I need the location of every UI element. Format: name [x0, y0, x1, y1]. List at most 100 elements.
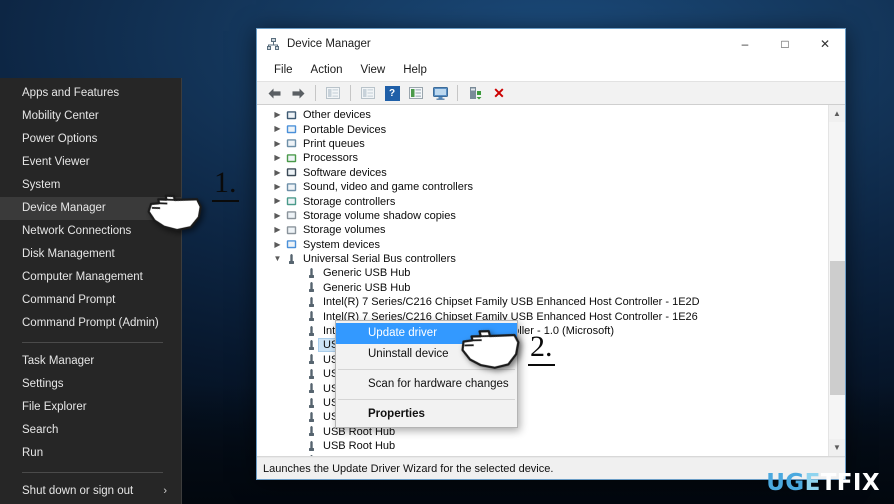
help-button[interactable]: ? [381, 83, 403, 103]
menu-separator [22, 342, 163, 343]
window-title: Device Manager [287, 38, 371, 50]
winx-item-label: Command Prompt [22, 294, 116, 306]
winx-item-apps-and-features[interactable]: Apps and Features [0, 82, 181, 105]
scrollbar-track[interactable] [829, 122, 846, 439]
tree-item-usb-root-hub-usb-3-0[interactable]: USB Root Hub (USB 3.0) [257, 453, 828, 456]
winx-item-power-options[interactable]: Power Options [0, 128, 181, 151]
tree-node-system-devices[interactable]: ▶ System devices [257, 238, 828, 252]
tree-item-usb-root-hub[interactable]: USB Root Hub [257, 439, 828, 453]
window-controls[interactable]: – □ ✕ [725, 29, 845, 59]
chevron-right-icon[interactable]: ▶ [271, 151, 284, 165]
winx-item-label: Command Prompt (Admin) [22, 317, 159, 329]
win-x-quick-link-menu[interactable]: Apps and Features Mobility Center Power Op… [0, 78, 182, 504]
toolbar-separator [315, 85, 316, 101]
winx-item-file-explorer[interactable]: File Explorer [0, 396, 181, 419]
vertical-scrollbar[interactable]: ▲ ▼ [828, 105, 845, 456]
chevron-right-icon[interactable]: ▶ [271, 122, 284, 136]
tree-node-print-queues[interactable]: ▶ Print queues [257, 137, 828, 151]
winx-item-command-prompt[interactable]: Command Prompt [0, 289, 181, 312]
tree-item-generic-usb-hub[interactable]: Generic USB Hub [257, 281, 828, 295]
winx-item-command-prompt-admin[interactable]: Command Prompt (Admin) [0, 312, 181, 335]
chevron-right-icon[interactable]: ▶ [271, 108, 284, 122]
tree-item-generic-usb-hub[interactable]: Generic USB Hub [257, 266, 828, 280]
context-menu-properties[interactable]: Properties [336, 404, 517, 425]
usb-device-icon [304, 368, 319, 380]
device-category-icon [284, 167, 299, 178]
tree-node-other-devices[interactable]: ▶ Other devices [257, 108, 828, 122]
forward-button[interactable] [287, 83, 309, 103]
winx-item-computer-management[interactable]: Computer Management [0, 266, 181, 289]
winx-item-settings[interactable]: Settings [0, 373, 181, 396]
winx-item-label: Mobility Center [22, 110, 99, 122]
chevron-right-icon[interactable]: ▶ [271, 209, 284, 223]
usb-device-icon [304, 455, 319, 456]
winx-item-search[interactable]: Search [0, 419, 181, 442]
chevron-right-icon[interactable]: ▶ [271, 180, 284, 194]
menu-file[interactable]: File [265, 62, 302, 78]
usb-device-icon [304, 339, 319, 351]
device-category-icon [284, 124, 299, 135]
chevron-down-icon[interactable]: ▼ [271, 252, 284, 266]
tree-node-sound-video-and-game-controllers[interactable]: ▶ Sound, video and game controllers [257, 180, 828, 194]
device-category-icon [284, 196, 299, 207]
device-category-icon [284, 210, 299, 221]
properties-button[interactable] [357, 83, 379, 103]
chevron-right-icon[interactable]: ▶ [271, 137, 284, 151]
menu-help[interactable]: Help [394, 62, 436, 78]
scan-for-hardware-changes-button[interactable] [429, 83, 451, 103]
winx-item-label: Search [22, 424, 59, 436]
minimize-button[interactable]: – [725, 29, 765, 59]
tree-node-portable-devices[interactable]: ▶ Portable Devices [257, 122, 828, 136]
tree-node-processors[interactable]: ▶ Processors [257, 151, 828, 165]
winx-item-task-manager[interactable]: Task Manager [0, 350, 181, 373]
chevron-right-icon[interactable]: ▶ [271, 238, 284, 252]
winx-item-label: Computer Management [22, 271, 143, 283]
tree-item-label: USB Root Hub (USB 3.0) [319, 455, 447, 456]
winx-item-label: Device Manager [22, 202, 106, 214]
maximize-button[interactable]: □ [765, 29, 805, 59]
close-button[interactable]: ✕ [805, 29, 845, 59]
menu-bar[interactable]: File Action View Help [257, 59, 845, 81]
uninstall-device-button[interactable]: ✕ [488, 83, 510, 103]
chevron-right-icon[interactable]: ▶ [271, 166, 284, 180]
tree-node-universal-serial-bus-controllers[interactable]: ▼ Universal Serial Bus controllers [257, 252, 828, 266]
winx-item-label: Run [22, 447, 44, 459]
tree-node-storage-volume-shadow-copies[interactable]: ▶ Storage volume shadow copies [257, 209, 828, 223]
context-menu-separator [338, 399, 515, 400]
device-category-icon [284, 182, 299, 193]
winx-item-label: Shut down or sign out [22, 485, 134, 497]
show-hide-console-tree-button[interactable] [322, 83, 344, 103]
device-category-icon [284, 225, 299, 236]
chevron-right-icon[interactable]: ▶ [271, 194, 284, 208]
annotation-step-1-label: 1. [212, 168, 239, 202]
tree-node-software-devices[interactable]: ▶ Software devices [257, 166, 828, 180]
device-category-icon [284, 110, 299, 121]
menu-action[interactable]: Action [302, 62, 352, 78]
winx-item-shut-down-or-sign-out[interactable]: Shut down or sign out › [0, 480, 181, 503]
winx-item-disk-management[interactable]: Disk Management [0, 243, 181, 266]
scroll-down-arrow-icon[interactable]: ▼ [828, 439, 845, 456]
scrollbar-thumb[interactable] [829, 261, 845, 395]
chevron-right-icon[interactable]: ▶ [271, 223, 284, 237]
update-driver-button[interactable] [464, 83, 486, 103]
winx-item-run[interactable]: Run [0, 442, 181, 465]
winx-item-label: Disk Management [22, 248, 115, 260]
tree-item-intel-r-7-series-c216-chipset-family-usb-enhance[interactable]: Intel(R) 7 Series/C216 Chipset Family US… [257, 295, 828, 309]
back-button[interactable] [263, 83, 285, 103]
tree-node-storage-volumes[interactable]: ▶ Storage volumes [257, 223, 828, 237]
toolbar[interactable]: ? ✕ [257, 81, 845, 105]
tree-node-label: Software devices [303, 166, 387, 179]
watermark-part-3: TFIX [820, 470, 880, 496]
menu-view[interactable]: View [352, 62, 395, 78]
device-category-icon [284, 253, 299, 265]
tree-node-label: System devices [303, 238, 381, 251]
device-category-icon [284, 239, 299, 250]
window-titlebar[interactable]: Device Manager – □ ✕ [257, 29, 845, 59]
tree-node-storage-controllers[interactable]: ▶ Storage controllers [257, 194, 828, 208]
view-devices-button[interactable] [405, 83, 427, 103]
scroll-up-arrow-icon[interactable]: ▲ [828, 105, 845, 122]
winx-item-event-viewer[interactable]: Event Viewer [0, 151, 181, 174]
winx-item-mobility-center[interactable]: Mobility Center [0, 105, 181, 128]
tree-node-label: Storage volume shadow copies [303, 209, 456, 222]
tree-item-label: USB Root Hub [323, 440, 396, 453]
